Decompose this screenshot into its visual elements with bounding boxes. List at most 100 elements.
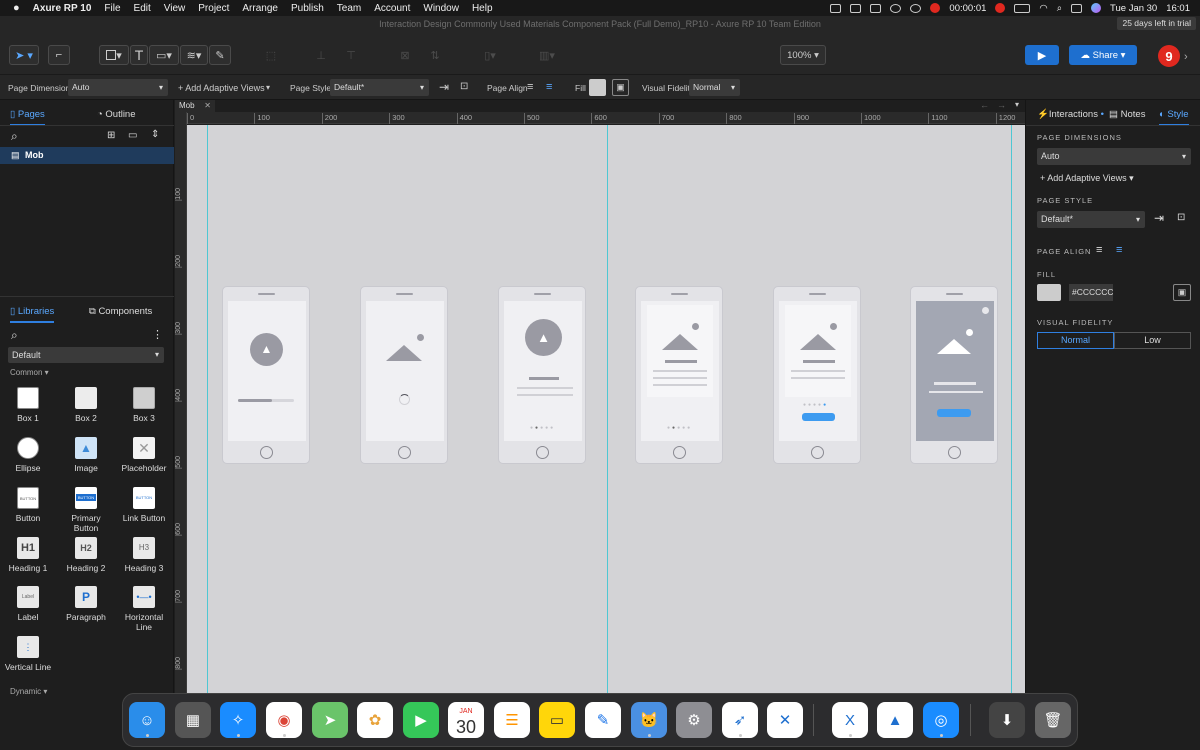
trial-badge[interactable]: 25 days left in trial: [1117, 17, 1196, 30]
phone-mockup[interactable]: ▲: [222, 286, 310, 464]
edit-style-icon[interactable]: ⇥: [1154, 211, 1164, 225]
launchpad-icon[interactable]: ▦: [175, 702, 211, 738]
page-style-select[interactable]: Default* ▾: [330, 79, 429, 96]
zoom-select[interactable]: 100% ▾: [780, 45, 826, 65]
vscode-icon[interactable]: ✕: [767, 702, 803, 738]
style-manager-icon[interactable]: ⊡: [1177, 212, 1185, 223]
lib-button[interactable]: BUTTON Button: [0, 487, 56, 523]
phone-mockup[interactable]: ●●●●●: [773, 286, 861, 464]
lib-box-2[interactable]: Box 2: [58, 387, 114, 423]
add-adaptive-views-link[interactable]: + Add Adaptive Views: [178, 83, 265, 93]
finder-icon[interactable]: ☺: [129, 702, 165, 738]
style-manager-icon[interactable]: ⊡: [460, 81, 468, 92]
document-tab[interactable]: Mob ✕: [175, 100, 215, 112]
visual-fidelity-select[interactable]: Normal ▾: [689, 79, 740, 96]
shape-tool-button[interactable]: ▾: [99, 45, 129, 65]
tabs-menu-icon[interactable]: ▾: [1015, 100, 1019, 109]
close-tab-icon[interactable]: ✕: [204, 100, 211, 112]
lib-box-3[interactable]: Box 3: [116, 387, 172, 423]
notification-badge[interactable]: 9: [1158, 45, 1180, 67]
crop-icon[interactable]: ⊠: [396, 45, 414, 65]
lib-vertical-line[interactable]: ⋮ Vertical Line: [0, 636, 56, 672]
phone-mockup[interactable]: [910, 286, 998, 464]
lib-ellipse[interactable]: Ellipse: [0, 437, 56, 473]
fill-swatch[interactable]: [1037, 284, 1061, 301]
arrange-icon[interactable]: ▯▾: [478, 45, 502, 65]
lib-horizontal-line[interactable]: •—• Horizontal Line: [116, 586, 172, 632]
menu-edit[interactable]: Edit: [134, 3, 151, 14]
expand-chevron-icon[interactable]: ›: [1184, 51, 1188, 63]
more-options-icon[interactable]: ⋮: [152, 328, 163, 341]
notes-icon[interactable]: ▭: [539, 702, 575, 738]
calendar-icon[interactable]: JAN 30: [448, 702, 484, 738]
fidelity-low-option[interactable]: Low: [1114, 332, 1191, 349]
lib-box-1[interactable]: Box 1: [0, 387, 56, 423]
connector-tool-button[interactable]: ⌐: [48, 45, 70, 65]
dynamic-section-toggle[interactable]: Dynamic ▾: [10, 687, 47, 696]
tray-app-icon[interactable]: [830, 3, 842, 13]
lib-placeholder[interactable]: ✕ Placeholder: [116, 437, 172, 473]
add-adaptive-views-link[interactable]: + Add Adaptive Views ▾: [1040, 173, 1134, 184]
lib-link-button[interactable]: BUTTON Link Button: [116, 487, 172, 523]
menu-account[interactable]: Account: [374, 3, 410, 14]
menu-project[interactable]: Project: [198, 3, 229, 14]
tray-play-icon[interactable]: [890, 3, 902, 13]
chevron-down-icon[interactable]: ▾: [266, 83, 270, 92]
wifi-icon[interactable]: ◠: [1039, 3, 1047, 14]
lib-heading-1[interactable]: H1 Heading 1: [0, 537, 56, 573]
trash-icon[interactable]: 🗑: [1035, 702, 1071, 738]
menu-view[interactable]: View: [164, 3, 186, 14]
menu-publish[interactable]: Publish: [291, 3, 324, 14]
distribute-icon[interactable]: ⊤: [342, 45, 360, 65]
menu-help[interactable]: Help: [472, 3, 493, 14]
tab-notes[interactable]: ▤ Notes: [1109, 109, 1145, 120]
page-dimensions-select[interactable]: Auto ▾: [1037, 148, 1191, 165]
lib-primary-button[interactable]: BUTTON Primary Button: [58, 487, 114, 533]
layout-icon[interactable]: ▥▾: [535, 45, 559, 65]
photos-icon[interactable]: ✿: [357, 702, 393, 738]
edit-style-icon[interactable]: ⇥: [439, 80, 449, 94]
common-section-toggle[interactable]: Common ▾: [10, 368, 49, 377]
guide-line[interactable]: [607, 125, 608, 693]
align-center-icon[interactable]: ≡: [546, 81, 552, 93]
tab-components[interactable]: ⧉ Components: [89, 306, 152, 317]
record-icon[interactable]: [930, 3, 941, 13]
quicktime-icon[interactable]: ◎: [923, 702, 959, 738]
lib-paragraph[interactable]: P Paragraph: [58, 586, 114, 622]
sort-icon[interactable]: ⇕: [151, 129, 159, 140]
tray-cloud-icon[interactable]: [850, 3, 862, 13]
flip-icon[interactable]: ⇅: [426, 45, 444, 65]
design-canvas[interactable]: ▲ ▲ ●●●●● ●●●●● ●●●●●: [187, 125, 1025, 693]
safari-icon[interactable]: ✧: [220, 702, 256, 738]
add-folder-icon[interactable]: ▭: [128, 130, 137, 141]
phone-mockup[interactable]: [360, 286, 448, 464]
nav-back-icon[interactable]: ←: [980, 100, 989, 110]
page-item-mob[interactable]: ▤ Mob: [0, 147, 174, 164]
app-cat-icon[interactable]: 🐱: [631, 702, 667, 738]
phone-mockup[interactable]: ●●●●●: [635, 286, 723, 464]
tray-screen-icon[interactable]: [870, 3, 882, 13]
guide-line[interactable]: [1011, 125, 1012, 693]
phone-mockup[interactable]: ▲ ●●●●●: [498, 286, 586, 464]
battery-icon[interactable]: [1014, 3, 1031, 13]
fill-swatch[interactable]: [589, 79, 606, 96]
system-settings-icon[interactable]: ⚙: [676, 702, 712, 738]
app-a-icon[interactable]: ▲: [877, 702, 913, 738]
page-dimensions-select[interactable]: Auto ▾: [68, 79, 168, 96]
downloads-icon[interactable]: ⬇: [989, 702, 1025, 738]
share-button[interactable]: ☁ Share ▾: [1069, 45, 1137, 65]
tab-interactions[interactable]: ⚡Interactions •: [1037, 109, 1104, 120]
library-select[interactable]: Default ▾: [8, 347, 164, 363]
lib-heading-3[interactable]: H3 Heading 3: [116, 537, 172, 573]
pen-tool-button[interactable]: ✎: [209, 45, 231, 65]
search-icon[interactable]: ⌕: [11, 328, 18, 343]
insert-tool-button[interactable]: ▭▾: [149, 45, 179, 65]
layers-tool-button[interactable]: ≋▾: [180, 45, 208, 65]
app-menu[interactable]: Axure RP 10: [33, 3, 92, 14]
axure-icon[interactable]: X: [832, 702, 868, 738]
fidelity-normal-option[interactable]: Normal: [1037, 332, 1114, 349]
spotlight-icon[interactable]: ⌕: [1057, 3, 1062, 14]
tab-pages[interactable]: ▯ Pages: [10, 109, 45, 126]
reminders-icon[interactable]: ☰: [494, 702, 530, 738]
preview-button[interactable]: ▶: [1025, 45, 1059, 65]
